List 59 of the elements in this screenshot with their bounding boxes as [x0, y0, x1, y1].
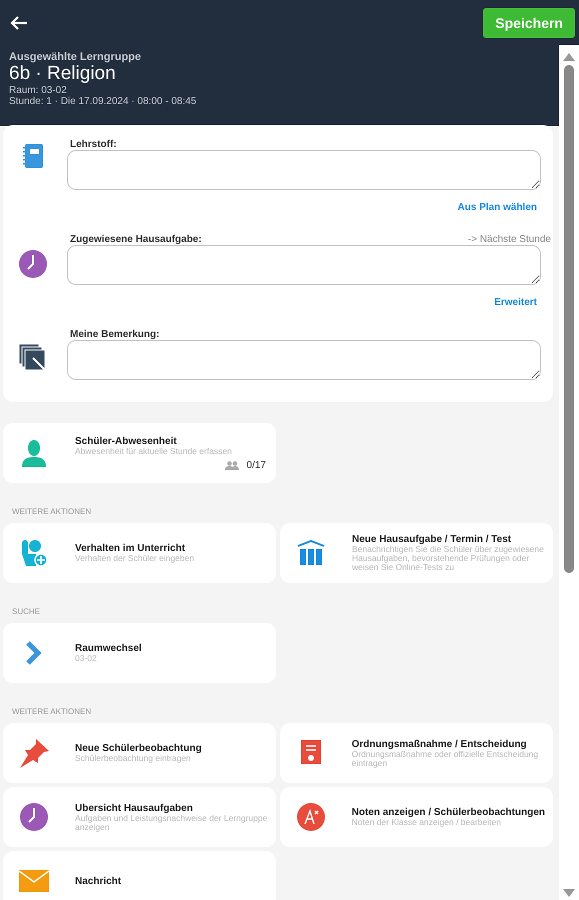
group-title: 6b · Religion [9, 63, 117, 85]
scroll-up-icon[interactable] [563, 53, 575, 61]
card-subtitle: Benachrichtigen Sie die Schüler über zugewiesene Hausaufgaben, bevorstehende Prüfungen oder weisen Sie Online-Tests zu [352, 545, 545, 572]
action-card[interactable]: Raumwechsel 03-02 [3, 623, 276, 683]
card-title: Schüler-Abwesenheit [75, 436, 178, 447]
envelope-icon [19, 870, 49, 892]
card-subtitle: Abwesenheit für aktuelle Stunde erfassen [75, 447, 232, 456]
card-title: Neue Hausaufgabe / Termin / Test [352, 534, 512, 545]
card-title: Nachricht [75, 876, 122, 886]
action-card[interactable]: Ubersicht Hausaufgaben Aufgaben und Leistungsnachweise der Lerngruppe anzeigen [3, 787, 276, 847]
room-text: Raum: 03-02 [9, 85, 68, 96]
field-label: Zugewiesene Hausaufgabe: [69, 234, 202, 245]
card-subtitle: Noten der Klasse anzeigen / bearbeiten [352, 818, 501, 827]
scroll-down-icon[interactable] [563, 889, 575, 897]
pushpin-icon [18, 738, 50, 768]
card-title: Verhalten im Unterricht [75, 543, 186, 554]
certificate-icon [300, 739, 322, 767]
action-card[interactable]: Neue Hausaufgabe / Termin / Test Benachrichtigen Sie die Schüler über zugewiesene Hausaufgaben, bevorstehende Prüfungen oder weisen Sie Online-Tests zu [280, 523, 553, 583]
person-icon [21, 439, 47, 467]
section-heading: SUCHE [11, 606, 42, 618]
lesson-text: Stunde: 1 · Die 17.09.2024 · 08:00 - 08:45 [9, 96, 198, 107]
absence-card[interactable]: Schüler-Abwesenheit Abwesenheit für aktuelle Stunde erfassen 0/17 [3, 423, 276, 483]
grade-icon [296, 803, 325, 831]
field-label: Lehrstoff: [69, 139, 117, 150]
text-area-field[interactable] [67, 340, 541, 380]
chevron-right-icon [25, 640, 43, 666]
action-card[interactable]: Nachricht [3, 851, 276, 900]
action-card[interactable]: Neue Schülerbeobachtung Schülerbeobachtung eintragen [3, 723, 276, 783]
action-card[interactable]: Verhalten im Unterricht Verhalten der Schüler eingeben [3, 523, 276, 583]
field-label: Meine Bemerkung: [69, 329, 160, 340]
action-card[interactable]: Ordnungsmaßnahme / Entscheidung Ordnungsmaßnahme oder offizielle Entscheidung eintragen [280, 723, 553, 783]
section-heading: WEITERE AKTIONEN [11, 506, 92, 518]
people-icon [224, 461, 239, 470]
card-subtitle: Verhalten der Schüler eingeben [75, 554, 194, 563]
text-area-field[interactable] [67, 245, 541, 285]
field-note: -> Nächste Stunde [468, 234, 551, 245]
card-title: Ubersicht Hausaufgaben [75, 802, 193, 814]
section-heading: WEITERE AKTIONEN [11, 706, 92, 718]
action-card[interactable]: Noten anzeigen / Schülerbeobachtungen Noten der Klasse anzeigen / bearbeiten [280, 787, 553, 847]
scrollbar-thumb[interactable] [564, 65, 574, 573]
card-subtitle: Aufgaben und Leistungsnachweise der Lerngruppe anzeigen [75, 814, 268, 832]
card-subtitle: Ordnungsmaßnahme oder offizielle Entscheidung eintragen [352, 750, 540, 768]
card-title: Noten anzeigen / Schülerbeobachtungen [352, 807, 545, 818]
library-icon [297, 540, 325, 566]
absence-count: 0/17 [246, 460, 266, 471]
group-label: Ausgewählte Lerngruppe [9, 51, 142, 63]
card-title: Ordnungsmaßnahme / Entscheidung [352, 738, 527, 750]
notebook-icon [22, 143, 44, 169]
raised-hand-icon [20, 538, 48, 568]
clock-icon [20, 803, 48, 831]
field-link[interactable]: Aus Plan wählen [458, 202, 537, 212]
clock-icon [19, 250, 47, 278]
field-link[interactable]: Erweitert [494, 296, 537, 308]
back-arrow-icon[interactable] [10, 14, 28, 30]
card-subtitle: Schülerbeobachtung eintragen [75, 754, 191, 763]
text-area-field[interactable] [67, 150, 541, 190]
card-subtitle: 03-02 [75, 654, 98, 663]
card-title: Neue Schülerbeobachtung [75, 743, 202, 754]
card-title: Raumwechsel [75, 643, 142, 654]
